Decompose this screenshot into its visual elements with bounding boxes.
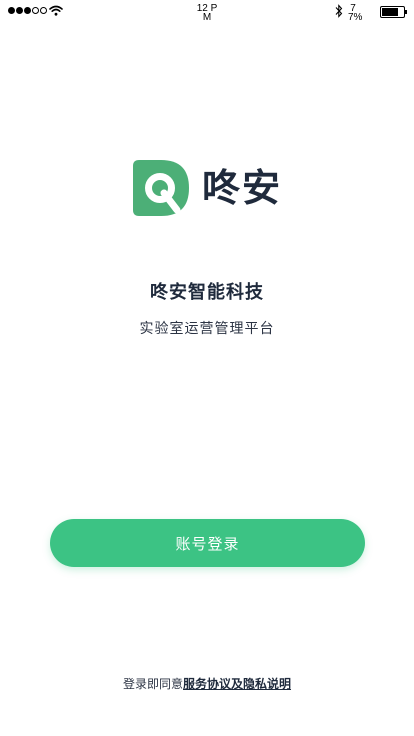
wifi-icon: [49, 5, 63, 16]
logo-mark-icon: [133, 160, 189, 216]
logo-text: 咚安: [202, 166, 283, 210]
app-logo: 咚安: [133, 160, 282, 216]
status-time: 12 PM: [196, 3, 218, 23]
agreement-text: 登录即同意服务协议及隐私说明: [0, 675, 414, 692]
battery-icon: [380, 6, 407, 18]
company-name: 咚安智能科技: [150, 282, 264, 303]
tagline: 实验室运营管理平台: [139, 321, 275, 337]
agreement-link[interactable]: 服务协议及隐私说明: [183, 677, 291, 691]
signal-icon: [8, 7, 47, 14]
status-bar: 12 PM 77%: [0, 0, 414, 34]
account-login-button[interactable]: 账号登录: [50, 519, 365, 567]
agreement-prefix: 登录即同意: [122, 677, 183, 691]
battery-percent: 77%: [348, 3, 363, 23]
bluetooth-icon: [335, 4, 343, 18]
